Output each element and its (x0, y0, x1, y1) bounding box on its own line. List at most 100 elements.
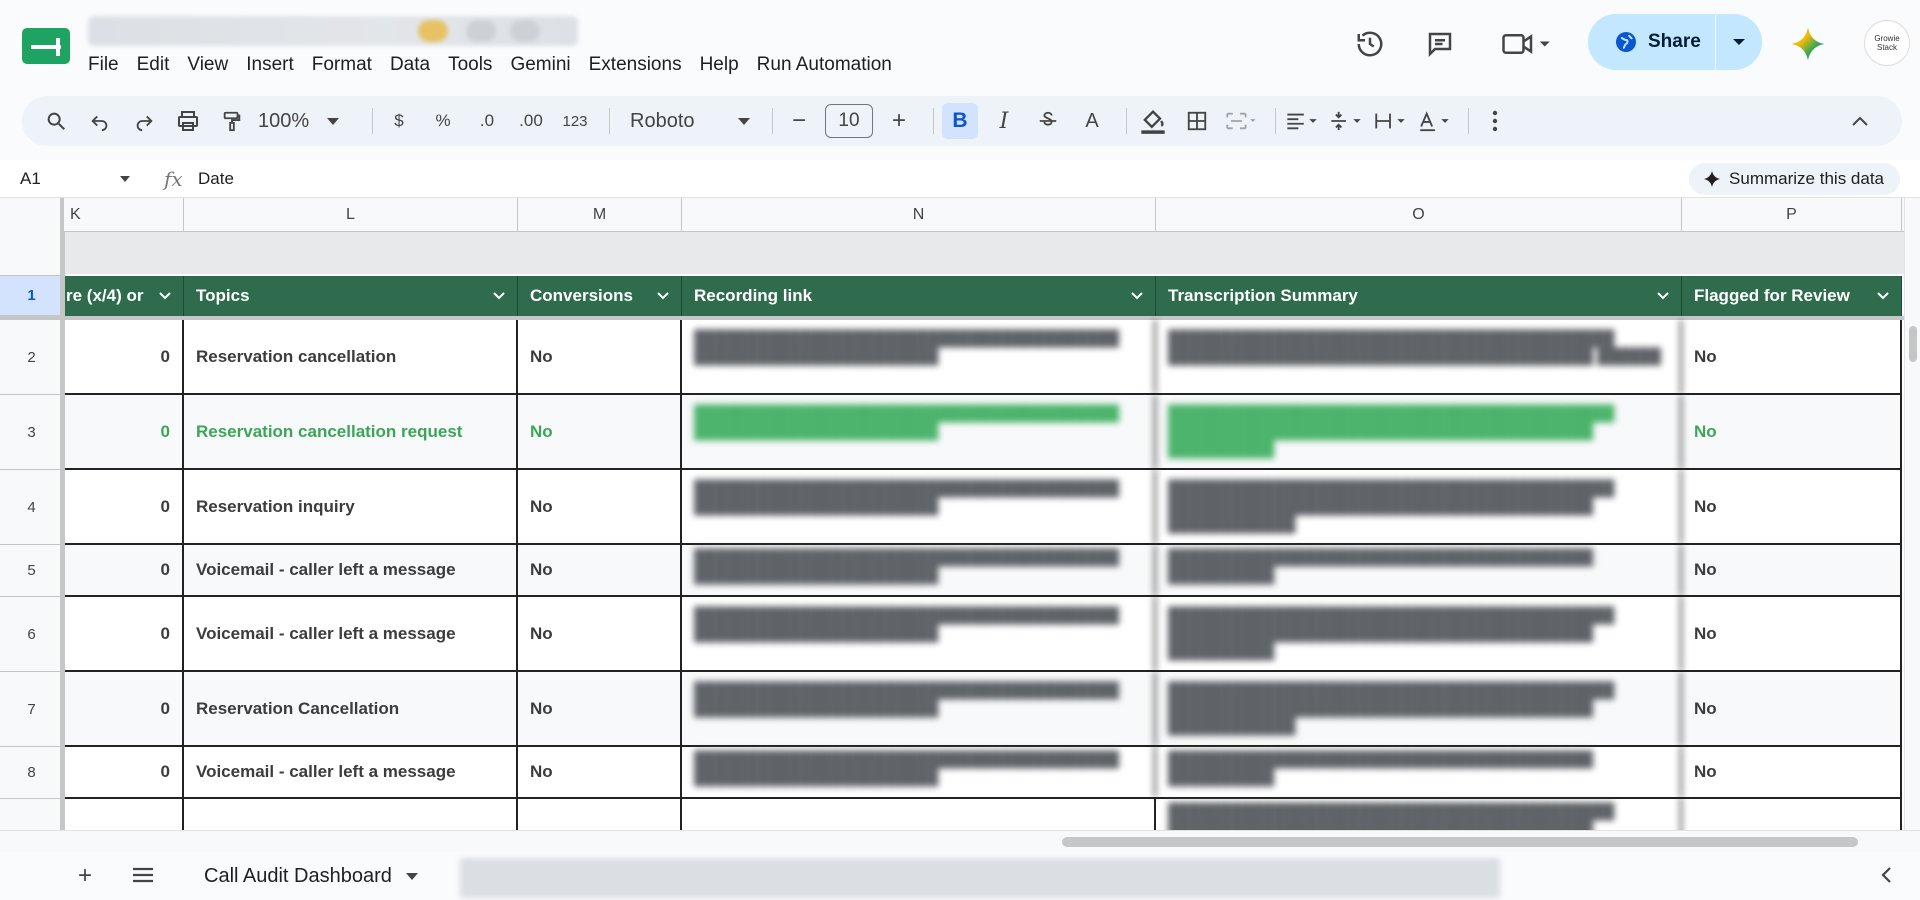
column-header-p[interactable]: P (1682, 198, 1902, 232)
column-header-l[interactable]: L (184, 198, 518, 232)
menu-file[interactable]: File (88, 54, 129, 78)
menu-view[interactable]: View (187, 54, 238, 78)
transcription-summary-cell-redacted[interactable]: ████████████████████████████████████████… (1156, 395, 1682, 468)
summarize-data-button[interactable]: Summarize this data (1689, 163, 1900, 195)
transcription-summary-cell-redacted[interactable]: ████████████████████████████████████████… (1156, 672, 1682, 745)
bold-button[interactable]: B (942, 103, 978, 139)
row-header-6[interactable]: 6 (0, 597, 64, 672)
transcription-summary-cell-redacted[interactable]: ████████████████████████████████████████… (1156, 545, 1682, 595)
print-icon[interactable] (170, 103, 206, 139)
select-all-corner[interactable] (0, 198, 64, 232)
row-header-3[interactable]: 3 (0, 395, 64, 470)
row-header-blank[interactable] (0, 232, 64, 276)
row-header-7[interactable]: 7 (0, 672, 64, 747)
menu-tools[interactable]: Tools (448, 54, 502, 78)
chevron-down-icon[interactable] (1131, 290, 1143, 302)
recording-link-cell-redacted[interactable]: ████████████████████████████████████████… (682, 395, 1156, 468)
column-header-o[interactable]: O (1156, 198, 1682, 232)
conversions-cell[interactable]: No (518, 320, 682, 393)
collapse-toolbar-icon[interactable] (1842, 103, 1878, 139)
flagged-cell[interactable]: No (1682, 395, 1902, 468)
transcription-summary-cell-redacted[interactable]: ████████████████████████████████████████… (1156, 320, 1682, 393)
recording-link-cell-redacted[interactable]: ████████████████████████████████████████… (682, 597, 1156, 670)
table-row[interactable]: ████████████████████████████████████████… (64, 799, 1902, 830)
recording-link-cell-redacted[interactable]: ████████████████████████████████████████… (682, 320, 1156, 393)
horizontal-scrollbar[interactable] (0, 830, 1920, 852)
row-header-8[interactable]: 8 (0, 747, 64, 799)
column-header-m[interactable]: M (518, 198, 682, 232)
text-color-button[interactable]: A (1074, 103, 1110, 139)
menu-edit[interactable]: Edit (137, 54, 180, 78)
increase-font-size-button[interactable]: + (881, 103, 917, 139)
column-header-k[interactable]: K (64, 198, 184, 232)
table-row[interactable]: 0 Reservation inquiry No ███████████████… (64, 470, 1902, 545)
all-sheets-icon[interactable] (132, 866, 154, 884)
spreadsheet-grid[interactable]: K L M N O P 1 re (x/4) or Topics Convers… (0, 198, 1904, 830)
conversions-cell[interactable]: No (518, 470, 682, 543)
text-rotation-icon[interactable] (1416, 103, 1452, 139)
row-header-4[interactable]: 4 (0, 470, 64, 545)
conversions-cell[interactable]: No (518, 597, 682, 670)
transcription-summary-cell-redacted[interactable]: ████████████████████████████████████████… (1156, 597, 1682, 670)
topic-cell[interactable] (184, 799, 518, 830)
topic-cell[interactable]: Reservation cancellation (184, 320, 518, 393)
undo-icon[interactable] (82, 103, 118, 139)
currency-format-button[interactable]: $ (381, 103, 417, 139)
score-cell[interactable]: 0 (64, 747, 184, 797)
recording-link-cell-redacted[interactable]: ████████████████████████████████████████… (682, 545, 1156, 595)
flagged-cell[interactable]: No (1682, 747, 1902, 797)
score-cell[interactable]: 0 (64, 672, 184, 745)
table-row[interactable]: 0 Voicemail - caller left a message No █… (64, 545, 1902, 597)
vertical-scroll-thumb[interactable] (1909, 326, 1917, 362)
font-family-select[interactable]: Roboto (618, 103, 756, 139)
recording-link-cell[interactable] (682, 799, 1156, 830)
strikethrough-icon[interactable] (1030, 103, 1066, 139)
chevron-down-icon[interactable] (1877, 290, 1889, 302)
borders-icon[interactable] (1179, 103, 1215, 139)
header-flagged-for-review[interactable]: Flagged for Review (1682, 276, 1902, 316)
menu-insert[interactable]: Insert (246, 54, 304, 78)
percent-format-button[interactable]: % (425, 103, 461, 139)
decrease-decimal-button[interactable]: .0 (469, 103, 505, 139)
zoom-select[interactable]: 100% (258, 103, 356, 139)
menu-gemini[interactable]: Gemini (510, 54, 580, 78)
star-icon[interactable] (418, 20, 448, 42)
column-header-n[interactable]: N (682, 198, 1156, 232)
row-header-2[interactable]: 2 (0, 320, 64, 395)
flagged-cell[interactable]: No (1682, 545, 1902, 595)
flagged-cell[interactable]: No (1682, 320, 1902, 393)
flagged-cell[interactable]: No (1682, 672, 1902, 745)
font-size-input[interactable]: 10 (825, 104, 873, 138)
header-conversions[interactable]: Conversions (518, 276, 682, 316)
sheet-tab-active[interactable]: Call Audit Dashboard (190, 858, 432, 894)
topic-cell[interactable]: Reservation cancellation request (184, 395, 518, 468)
text-wrapping-icon[interactable] (1372, 103, 1408, 139)
topic-cell[interactable]: Reservation inquiry (184, 470, 518, 543)
score-cell[interactable]: 0 (64, 597, 184, 670)
more-options-icon[interactable] (1477, 103, 1513, 139)
table-row[interactable]: 0 Voicemail - caller left a message No █… (64, 597, 1902, 672)
transcription-summary-cell-redacted[interactable]: ████████████████████████████████████████… (1156, 470, 1682, 543)
score-cell[interactable]: 0 (64, 320, 184, 393)
score-cell[interactable]: 0 (64, 545, 184, 595)
move-icon[interactable] (466, 20, 496, 42)
topic-cell[interactable]: Voicemail - caller left a message (184, 597, 518, 670)
document-title[interactable] (88, 16, 578, 46)
chevron-down-icon[interactable] (657, 290, 669, 302)
menu-run-automation[interactable]: Run Automation (757, 54, 902, 78)
row-header-5[interactable]: 5 (0, 545, 64, 597)
chevron-down-icon[interactable] (159, 290, 171, 302)
account-avatar[interactable]: Growie Stack (1864, 20, 1910, 66)
flagged-cell[interactable]: No (1682, 597, 1902, 670)
table-row[interactable]: 0 Reservation Cancellation No ██████████… (64, 672, 1902, 747)
row-header-9[interactable] (0, 799, 64, 830)
topic-cell[interactable]: Voicemail - caller left a message (184, 747, 518, 797)
frozen-column-divider[interactable] (60, 232, 65, 830)
recording-link-cell-redacted[interactable]: ████████████████████████████████████████… (682, 470, 1156, 543)
merge-cells-icon[interactable] (1223, 103, 1259, 139)
transcription-summary-cell-redacted[interactable]: ████████████████████████████████████████… (1156, 747, 1682, 797)
caret-down-icon[interactable] (405, 872, 418, 880)
table-row[interactable]: 0 Reservation cancellation request No ██… (64, 395, 1902, 470)
conversions-cell[interactable] (518, 799, 682, 830)
recording-link-cell-redacted[interactable]: ████████████████████████████████████████… (682, 672, 1156, 745)
